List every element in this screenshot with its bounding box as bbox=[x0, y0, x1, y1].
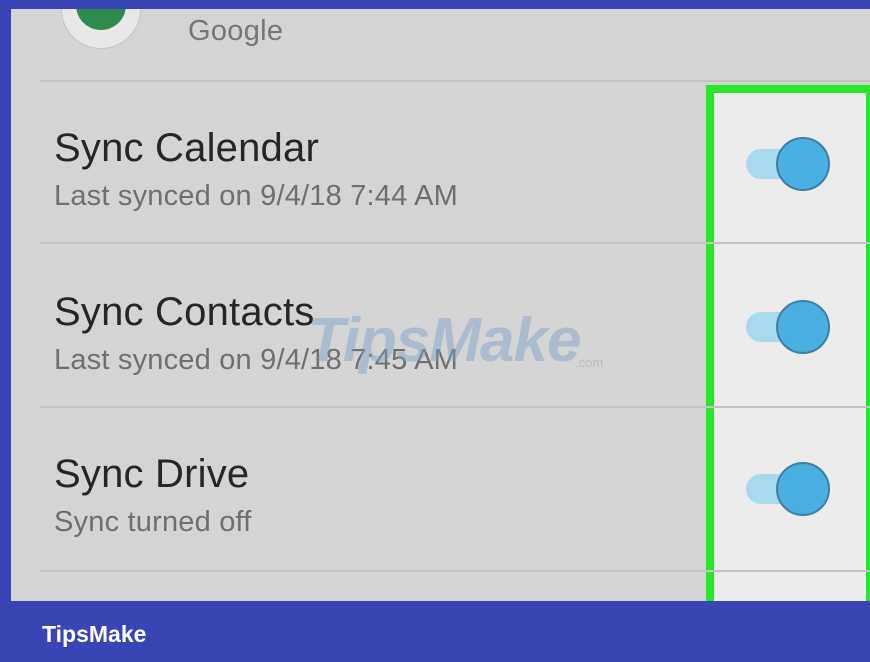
sync-item-title: Sync Calendar bbox=[54, 126, 319, 170]
toggle-knob bbox=[776, 462, 830, 516]
account-name: Google bbox=[188, 15, 284, 47]
sync-item-title: Sync Contacts bbox=[54, 290, 315, 334]
divider bbox=[40, 570, 870, 572]
frame-top-border bbox=[0, 0, 870, 9]
watermark-logo: TipsMake bbox=[307, 306, 581, 375]
toggle-knob bbox=[776, 137, 830, 191]
sync-settings-screen: Google Sync Calendar Last synced on 9/4/… bbox=[11, 9, 870, 601]
footer-brand: TipsMake bbox=[42, 621, 147, 647]
toggle-sync-calendar[interactable] bbox=[740, 135, 836, 193]
watermark-suffix: .com bbox=[575, 355, 604, 370]
toggle-sync-drive[interactable] bbox=[740, 460, 836, 518]
sync-item-title: Sync Drive bbox=[54, 452, 250, 496]
sync-item-subtitle: Last synced on 9/4/18 7:44 AM bbox=[54, 180, 459, 212]
footer-bar: TipsMake bbox=[0, 601, 870, 662]
sync-item-subtitle: Sync turned off bbox=[54, 506, 252, 538]
google-account-icon bbox=[61, 9, 141, 49]
toggle-knob bbox=[776, 300, 830, 354]
toggle-sync-contacts[interactable] bbox=[740, 298, 836, 356]
account-header[interactable]: Google bbox=[11, 9, 870, 81]
